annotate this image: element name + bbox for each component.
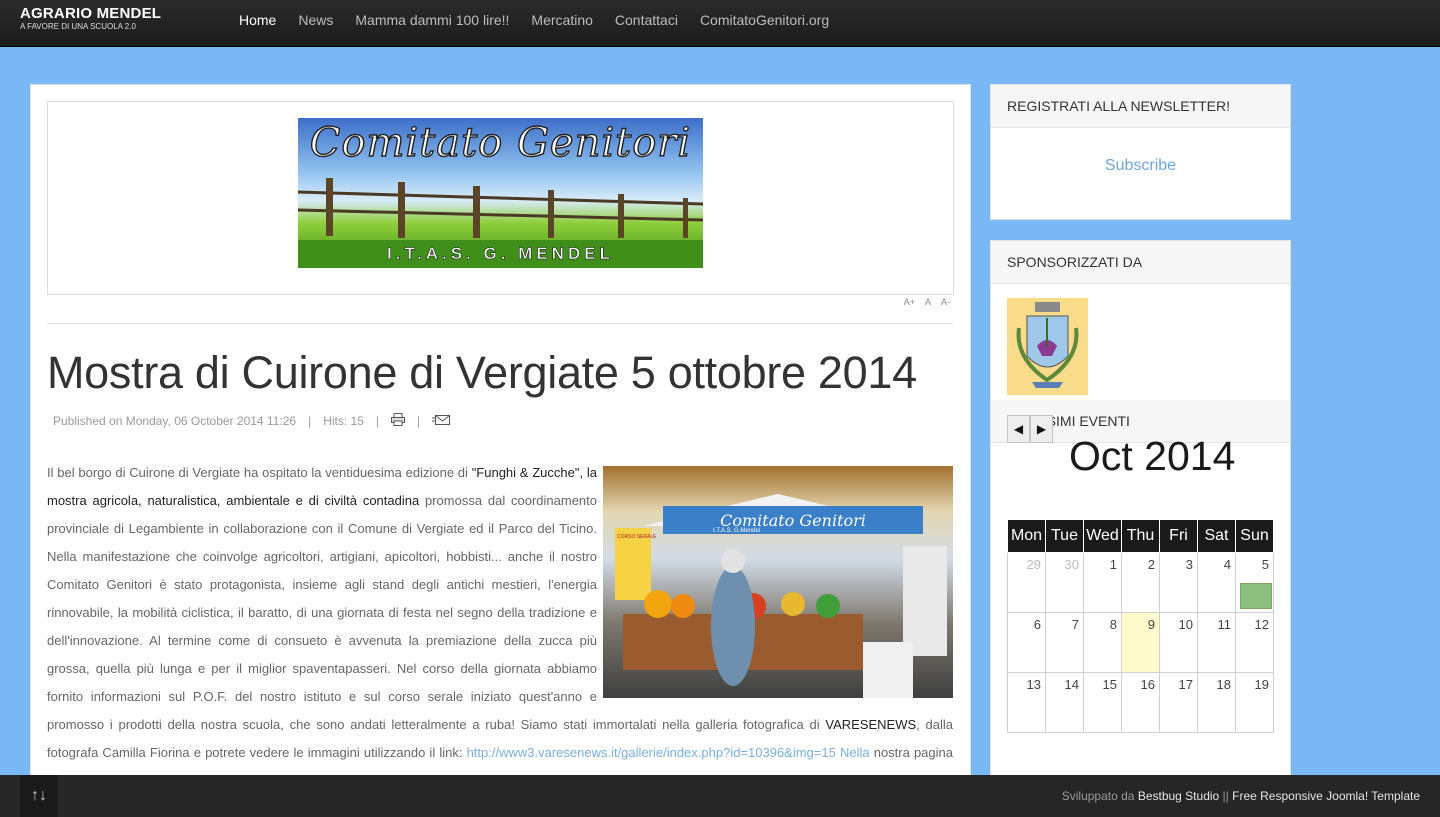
calendar-day[interactable]: 16 [1121, 672, 1160, 733]
calendar-day[interactable]: 14 [1045, 672, 1084, 733]
font-increase-button[interactable]: A+ [904, 297, 915, 307]
newsletter-module: REGISTRATI ALLA NEWSLETTER! Subscribe [990, 84, 1291, 220]
calendar-week: 13 14 15 16 17 18 19 [1007, 672, 1274, 733]
calendar-week: 29 30 1 2 3 4 5 [1007, 552, 1274, 613]
calendar-prev-button[interactable]: ◀ [1007, 415, 1030, 443]
calendar-next-button[interactable]: ▶ [1030, 415, 1053, 443]
calendar-day[interactable]: 17 [1159, 672, 1198, 733]
calendar-day[interactable]: 7 [1045, 612, 1084, 673]
comitato-genitori-banner: Comitato Genitori I.T.A.S. G. MENDEL [298, 118, 703, 268]
fence-illustration [298, 178, 703, 238]
nav-mamma-dammi-100-lire[interactable]: Mamma dammi 100 lire!! [344, 0, 520, 46]
weekday-thu: Thu [1121, 519, 1160, 553]
divider [47, 323, 953, 324]
font-reset-button[interactable]: A [925, 297, 931, 307]
facebook-link[interactable]: Nella [840, 745, 870, 760]
site-brand[interactable]: AGRARIO MENDEL A FAVORE DI UNA SCUOLA 2.… [20, 6, 161, 32]
footer-bar: ↑↓ Sviluppato da Bestbug Studio || Free … [0, 775, 1440, 817]
event-marker[interactable] [1240, 583, 1272, 609]
calendar-day[interactable]: 29 [1007, 552, 1046, 613]
calendar-day[interactable]: 30 [1045, 552, 1084, 613]
meta-separator: | [417, 414, 421, 428]
subscribe-link[interactable]: Subscribe [991, 157, 1290, 175]
sponsors-events-module: SPONSORIZZATI DA PROSSIMI EVENTI ◀ ▶ Oct… [990, 240, 1291, 802]
sponsors-title: SPONSORIZZATI DA [991, 241, 1290, 284]
meta-separator: | [375, 414, 379, 428]
calendar-day[interactable]: 3 [1159, 552, 1198, 613]
calendar-grid: Mon Tue Wed Thu Fri Sat Sun 29 30 1 2 3 … [1007, 519, 1274, 733]
calendar-day[interactable]: 1 [1083, 552, 1122, 613]
weekday-fri: Fri [1159, 519, 1198, 553]
market-stand-photo: Comitato Genitori I.T.A.S. G.Mendel CORS… [603, 466, 953, 698]
email-icon[interactable] [432, 414, 451, 428]
font-resize-controls: A+ A A- [904, 297, 950, 307]
published-date: Published on Monday, 06 October 2014 11:… [53, 414, 297, 428]
article-title: Mostra di Cuirone di Vergiate 5 ottobre … [47, 347, 917, 398]
calendar-day[interactable]: 6 [1007, 612, 1046, 673]
gallery-link[interactable]: http://www3.varesenews.it/gallerie/index… [467, 745, 836, 760]
nav-contattaci[interactable]: Contattaci [604, 0, 689, 46]
article-meta: Published on Monday, 06 October 2014 11:… [53, 413, 451, 429]
printer-icon[interactable] [391, 413, 405, 429]
calendar-day[interactable]: 13 [1007, 672, 1046, 733]
weekday-wed: Wed [1083, 519, 1122, 553]
weekday-sat: Sat [1197, 519, 1236, 553]
calendar-day[interactable]: 12 [1235, 612, 1274, 673]
nav-news[interactable]: News [287, 0, 344, 46]
calendar-day-with-event[interactable]: 5 [1235, 552, 1274, 613]
main-menu: Home News Mamma dammi 100 lire!! Mercati… [228, 0, 840, 46]
newsletter-title: REGISTRATI ALLA NEWSLETTER! [991, 85, 1290, 128]
calendar-month: Oct 2014 [1069, 433, 1236, 479]
nav-home[interactable]: Home [228, 0, 287, 46]
top-navbar: AGRARIO MENDEL A FAVORE DI UNA SCUOLA 2.… [0, 0, 1440, 47]
calendar-day[interactable]: 19 [1235, 672, 1274, 733]
corso-serale-sign: CORSO SERALE [617, 534, 657, 540]
calendar-day[interactable]: 11 [1197, 612, 1236, 673]
calendar-day[interactable]: 10 [1159, 612, 1198, 673]
sort-arrows-icon[interactable]: ↑↓ [20, 775, 58, 817]
sponsor-coat-of-arms[interactable] [1007, 298, 1088, 395]
stand-banner-sub: I.T.A.S. G.Mendel [713, 528, 760, 534]
banner-subtitle: I.T.A.S. G. MENDEL [298, 240, 703, 268]
calendar-day[interactable]: 15 [1083, 672, 1122, 733]
calendar-day[interactable]: 2 [1121, 552, 1160, 613]
weekday-sun: Sun [1235, 519, 1274, 553]
banner-title: Comitato Genitori [309, 119, 692, 166]
credit-separator: || [1219, 789, 1233, 803]
calendar-week: 6 7 8 9 10 11 12 [1007, 612, 1274, 673]
weekday-mon: Mon [1007, 519, 1046, 553]
nav-comitatogenitori[interactable]: ComitatoGenitori.org [689, 0, 840, 46]
calendar-day-today[interactable]: 9 [1121, 612, 1160, 673]
brand-title: AGRARIO MENDEL [20, 5, 162, 22]
varesenews-link[interactable]: VARESENEWS [825, 717, 916, 732]
joomla-template-link[interactable]: Free Responsive Joomla! Template [1232, 789, 1420, 803]
meta-separator: | [308, 414, 312, 428]
brand-tagline: A FAVORE DI UNA SCUOLA 2.0 [20, 22, 136, 31]
weekday-tue: Tue [1045, 519, 1084, 553]
calendar-day[interactable]: 4 [1197, 552, 1236, 613]
nav-mercatino[interactable]: Mercatino [520, 0, 603, 46]
footer-credit: Sviluppato da Bestbug Studio || Free Res… [1062, 789, 1420, 803]
market-stand-illustration: Comitato Genitori I.T.A.S. G.Mendel CORS… [615, 494, 947, 698]
calendar-day[interactable]: 8 [1083, 612, 1122, 673]
credit-prefix: Sviluppato da [1061, 789, 1138, 803]
hits-count: Hits: 15 [323, 414, 364, 428]
bestbug-studio-link[interactable]: Bestbug Studio [1138, 789, 1219, 803]
calendar-weekdays: Mon Tue Wed Thu Fri Sat Sun [1007, 519, 1274, 553]
calendar-day[interactable]: 18 [1197, 672, 1236, 733]
article-panel: Comitato Genitori I.T.A.S. G. MENDEL A+ … [30, 84, 971, 806]
calendar-day-number: 5 [1261, 557, 1269, 572]
font-decrease-button[interactable]: A- [941, 297, 950, 307]
banner-frame: Comitato Genitori I.T.A.S. G. MENDEL [47, 101, 954, 295]
body-intro: Il bel borgo di Cuirone di Vergiate ha o… [47, 465, 472, 480]
calendar-nav: ◀ ▶ [1007, 415, 1053, 443]
article-body: Comitato Genitori I.T.A.S. G.Mendel CORS… [47, 459, 953, 795]
